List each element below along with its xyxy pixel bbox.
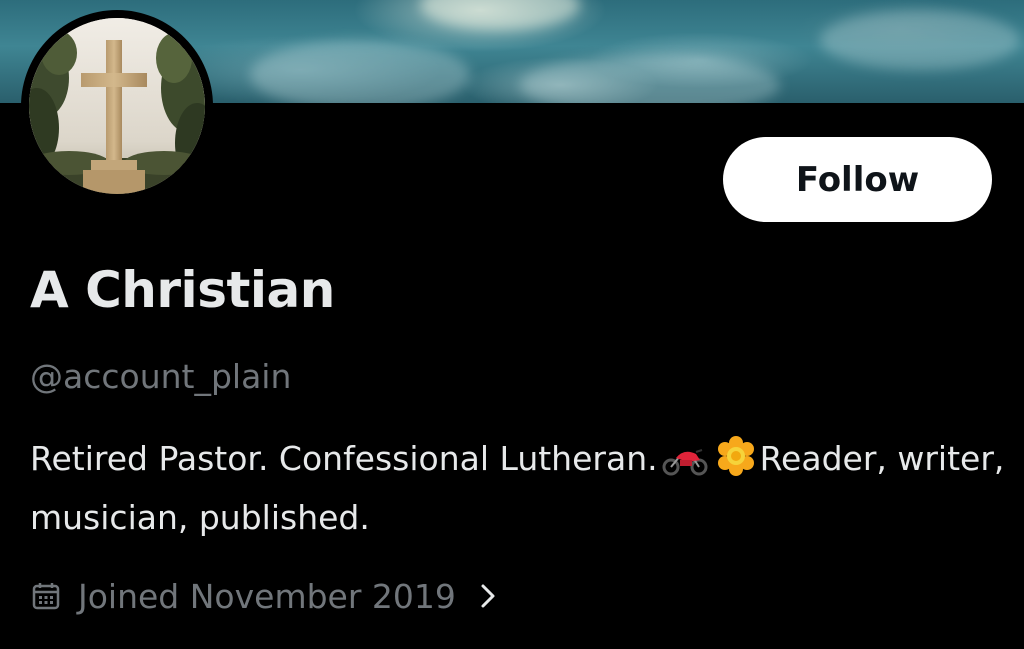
profile-page: Follow A Christian @account_plain Retire…: [0, 0, 1024, 649]
user-handle: @account_plain: [30, 357, 292, 396]
flower-icon: [716, 436, 756, 491]
joined-date[interactable]: Joined November 2019: [30, 572, 498, 620]
chevron-right-icon: [478, 581, 498, 611]
avatar[interactable]: [21, 10, 213, 202]
avatar-image: [29, 18, 205, 194]
calendar-icon: [30, 580, 62, 612]
profile-bio: Retired Pastor. Confessional Lutheran. R…: [30, 432, 1005, 544]
follow-button[interactable]: Follow: [723, 137, 992, 222]
banner-cloud: [420, 0, 580, 30]
bio-text-part1: Retired Pastor. Confessional Lutheran.: [30, 439, 658, 478]
joined-text: Joined November 2019: [78, 576, 456, 616]
banner-cloud: [250, 40, 470, 103]
cross-monument-image: [29, 18, 205, 194]
motorcycle-icon: [662, 438, 708, 491]
banner-cloud: [520, 55, 780, 103]
display-name: A Christian: [30, 261, 335, 319]
banner-cloud: [820, 10, 1020, 70]
